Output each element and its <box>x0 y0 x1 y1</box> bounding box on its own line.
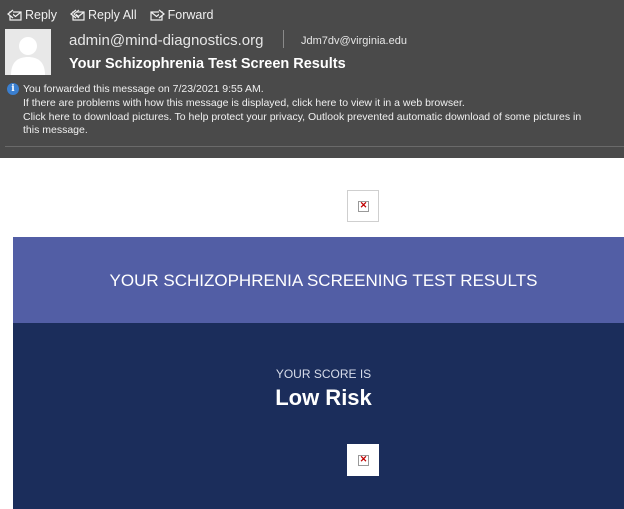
reply-button[interactable]: Reply <box>7 8 57 22</box>
reply-all-icon <box>69 8 85 21</box>
score-value: Low Risk <box>275 385 372 410</box>
info-icon: i <box>7 83 19 95</box>
reply-label: Reply <box>25 8 57 22</box>
view-in-browser-link[interactable]: If there are problems with how this mess… <box>23 97 465 109</box>
recipient-address[interactable]: Jdm7dv@virginia.edu <box>301 35 407 47</box>
forward-label: Forward <box>167 8 214 22</box>
blocked-logo-image[interactable] <box>347 190 379 222</box>
forwarded-notice: You forwarded this message on 7/23/2021 … <box>23 83 264 95</box>
header-separator <box>5 146 624 147</box>
broken-image-icon <box>358 200 369 212</box>
score-panel: YOUR SCORE IS Low Risk <box>13 323 624 509</box>
reply-icon <box>7 8 22 21</box>
blocked-result-image[interactable] <box>347 444 379 476</box>
message-subject: Your Schizophrenia Test Screen Results <box>69 56 346 72</box>
forward-button[interactable]: Forward <box>150 8 214 22</box>
sender-address[interactable]: admin@mind-diagnostics.org <box>69 32 263 49</box>
person-icon <box>5 29 51 75</box>
banner-title: YOUR SCHIZOPHRENIA SCREENING TEST RESULT… <box>109 271 538 290</box>
header-divider <box>283 30 284 48</box>
broken-image-icon <box>358 454 369 466</box>
results-banner: YOUR SCHIZOPHRENIA SCREENING TEST RESULT… <box>13 237 624 323</box>
download-pictures-link-cont[interactable]: this message. <box>23 124 88 136</box>
sender-avatar <box>5 29 51 75</box>
forward-icon <box>150 8 165 21</box>
reply-all-label: Reply All <box>87 8 137 22</box>
reply-all-button[interactable]: Reply All <box>69 8 137 22</box>
reading-pane-header: Reply Reply All Forward admin@mind-diagn… <box>0 0 624 158</box>
message-toolbar: Reply Reply All Forward <box>0 5 219 25</box>
download-pictures-link[interactable]: Click here to download pictures. To help… <box>23 111 581 123</box>
score-label: YOUR SCORE IS <box>275 367 372 381</box>
